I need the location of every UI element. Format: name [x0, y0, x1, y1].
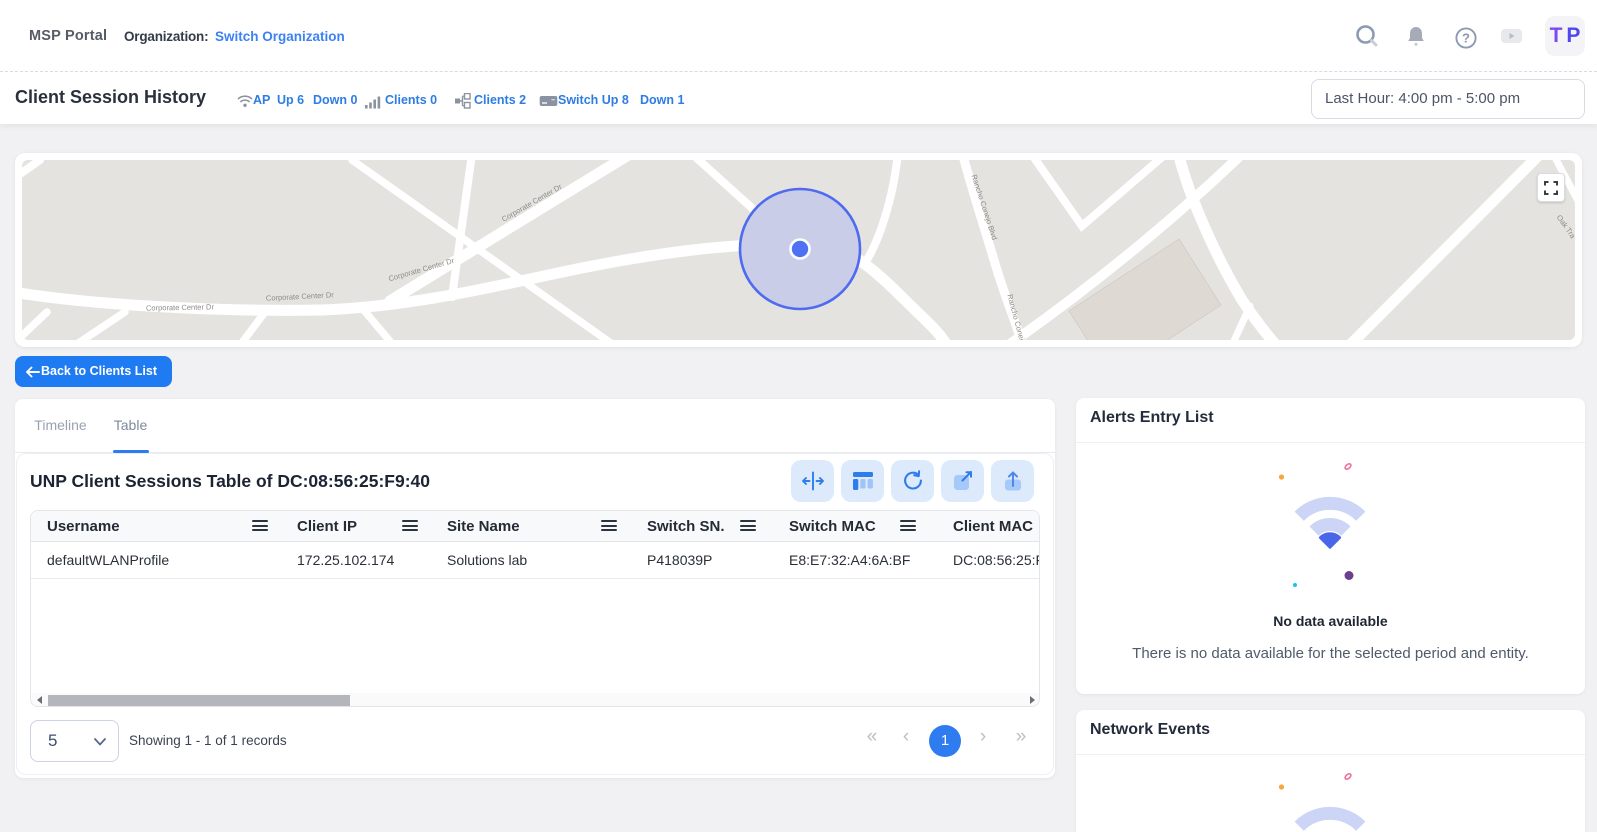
svg-text:Oak Tra: Oak Tra [1555, 213, 1575, 241]
svg-text:Corporate Center Dr: Corporate Center Dr [146, 302, 215, 312]
svg-text:?: ? [1462, 31, 1470, 46]
svg-text:Corporate Center Dr: Corporate Center Dr [266, 290, 335, 303]
